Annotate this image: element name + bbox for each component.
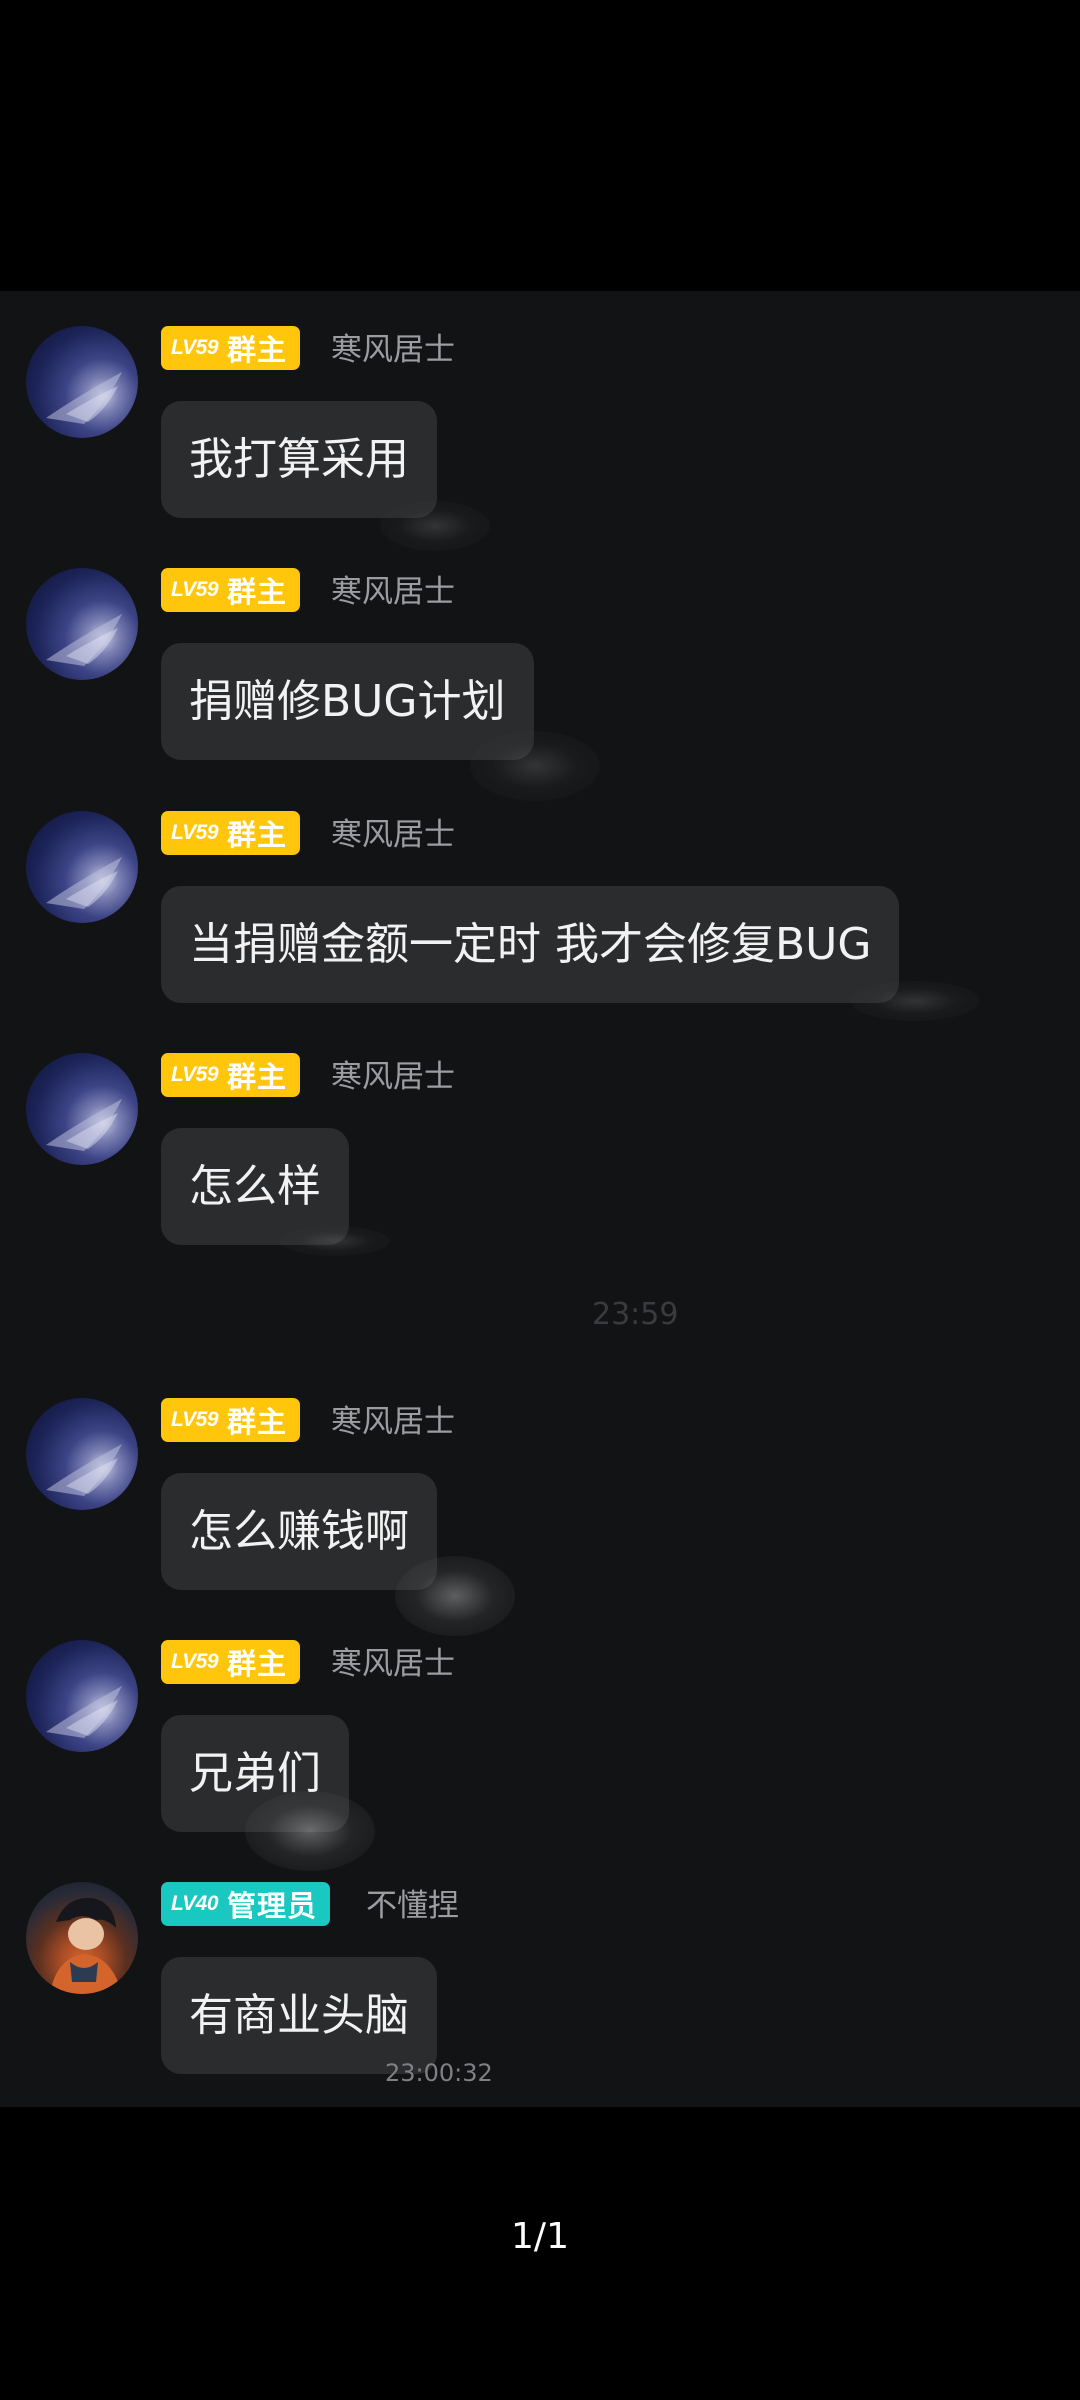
level-label: LV40 bbox=[171, 1892, 219, 1915]
night-sky-avatar-icon bbox=[46, 614, 122, 666]
role-label: 群主 bbox=[227, 1060, 288, 1094]
role-label: 群主 bbox=[227, 333, 288, 367]
faded-time-marker: 23:59 bbox=[592, 1297, 679, 1332]
owner-badge: LV59 群主 bbox=[161, 568, 301, 612]
level-label: LV59 bbox=[171, 1408, 219, 1431]
page-counter: 1/1 bbox=[511, 2216, 569, 2257]
blurred-timestamp bbox=[850, 981, 980, 1021]
chat-message: LV40 管理员 不懂捏 有商业头脑 23:00:32 bbox=[0, 1847, 1080, 2087]
owner-badge: LV59 群主 bbox=[161, 1640, 301, 1684]
owner-avatar[interactable] bbox=[26, 811, 138, 923]
owner-badge: LV59 群主 bbox=[161, 1053, 301, 1097]
level-label: LV59 bbox=[171, 578, 219, 601]
owner-avatar[interactable] bbox=[26, 1398, 138, 1510]
chat-message: LV59 群主 寒风居士 兄弟们 bbox=[0, 1605, 1080, 1835]
night-sky-avatar-icon bbox=[46, 1686, 122, 1738]
message-bubble[interactable]: 当捐赠金额一定时 我才会修复BUG bbox=[161, 886, 900, 1003]
chat-message: LV59 群主 寒风居士 捐赠修BUG计划 bbox=[0, 533, 1080, 763]
sender-name[interactable]: 寒风居士 bbox=[331, 570, 455, 614]
owner-avatar[interactable] bbox=[26, 326, 138, 438]
admin-badge: LV40 管理员 bbox=[161, 1882, 331, 1926]
sender-name[interactable]: 寒风居士 bbox=[331, 1642, 455, 1686]
night-sky-avatar-icon bbox=[46, 372, 122, 424]
level-label: LV59 bbox=[171, 1063, 219, 1086]
sender-name[interactable]: 寒风居士 bbox=[331, 1400, 455, 1444]
owner-badge: LV59 群主 bbox=[161, 326, 301, 370]
anime-character-avatar-icon bbox=[50, 1897, 122, 1994]
role-label: 群主 bbox=[227, 575, 288, 609]
role-label: 群主 bbox=[227, 1405, 288, 1439]
chat-message: LV59 群主 寒风居士 我打算采用 bbox=[0, 291, 1080, 521]
role-label: 群主 bbox=[227, 1647, 288, 1681]
sender-name[interactable]: 寒风居士 bbox=[331, 813, 455, 857]
owner-avatar[interactable] bbox=[26, 1053, 138, 1165]
sender-name[interactable]: 寒风居士 bbox=[331, 328, 455, 372]
chat-screenshot: LV59 群主 寒风居士 我打算采用 LV59 群主 寒风居士 捐赠修BUG计划 bbox=[0, 291, 1080, 2107]
level-label: LV59 bbox=[171, 1650, 219, 1673]
chat-message: LV59 群主 寒风居士 当捐赠金额一定时 我才会修复BUG bbox=[0, 776, 1080, 1006]
sender-name[interactable]: 寒风居士 bbox=[331, 1055, 455, 1099]
owner-avatar[interactable] bbox=[26, 568, 138, 680]
message-bubble[interactable]: 有商业头脑 bbox=[161, 1957, 437, 2074]
admin-avatar[interactable] bbox=[26, 1882, 138, 1994]
owner-badge: LV59 群主 bbox=[161, 1398, 301, 1442]
message-bubble[interactable]: 捐赠修BUG计划 bbox=[161, 643, 534, 760]
night-sky-avatar-icon bbox=[46, 857, 122, 909]
night-sky-avatar-icon bbox=[46, 1099, 122, 1151]
message-bubble[interactable]: 怎么赚钱啊 bbox=[161, 1473, 437, 1590]
owner-avatar[interactable] bbox=[26, 1640, 138, 1752]
level-label: LV59 bbox=[171, 821, 219, 844]
night-sky-avatar-icon bbox=[46, 1444, 122, 1496]
chat-message: LV59 群主 寒风居士 怎么样 bbox=[0, 1018, 1080, 1248]
chat-message: LV59 群主 寒风居士 怎么赚钱啊 bbox=[0, 1363, 1080, 1593]
role-label: 管理员 bbox=[227, 1889, 318, 1923]
sender-name[interactable]: 不懂捏 bbox=[366, 1884, 459, 1928]
level-label: LV59 bbox=[171, 336, 219, 359]
blurred-timestamp bbox=[280, 1226, 390, 1256]
role-label: 群主 bbox=[227, 818, 288, 852]
owner-badge: LV59 群主 bbox=[161, 811, 301, 855]
message-bubble[interactable]: 我打算采用 bbox=[161, 401, 437, 518]
image-viewer: { "messages": [ {"level": "LV59", "role"… bbox=[0, 0, 1080, 2400]
message-timestamp: 23:00:32 bbox=[385, 2059, 493, 2087]
